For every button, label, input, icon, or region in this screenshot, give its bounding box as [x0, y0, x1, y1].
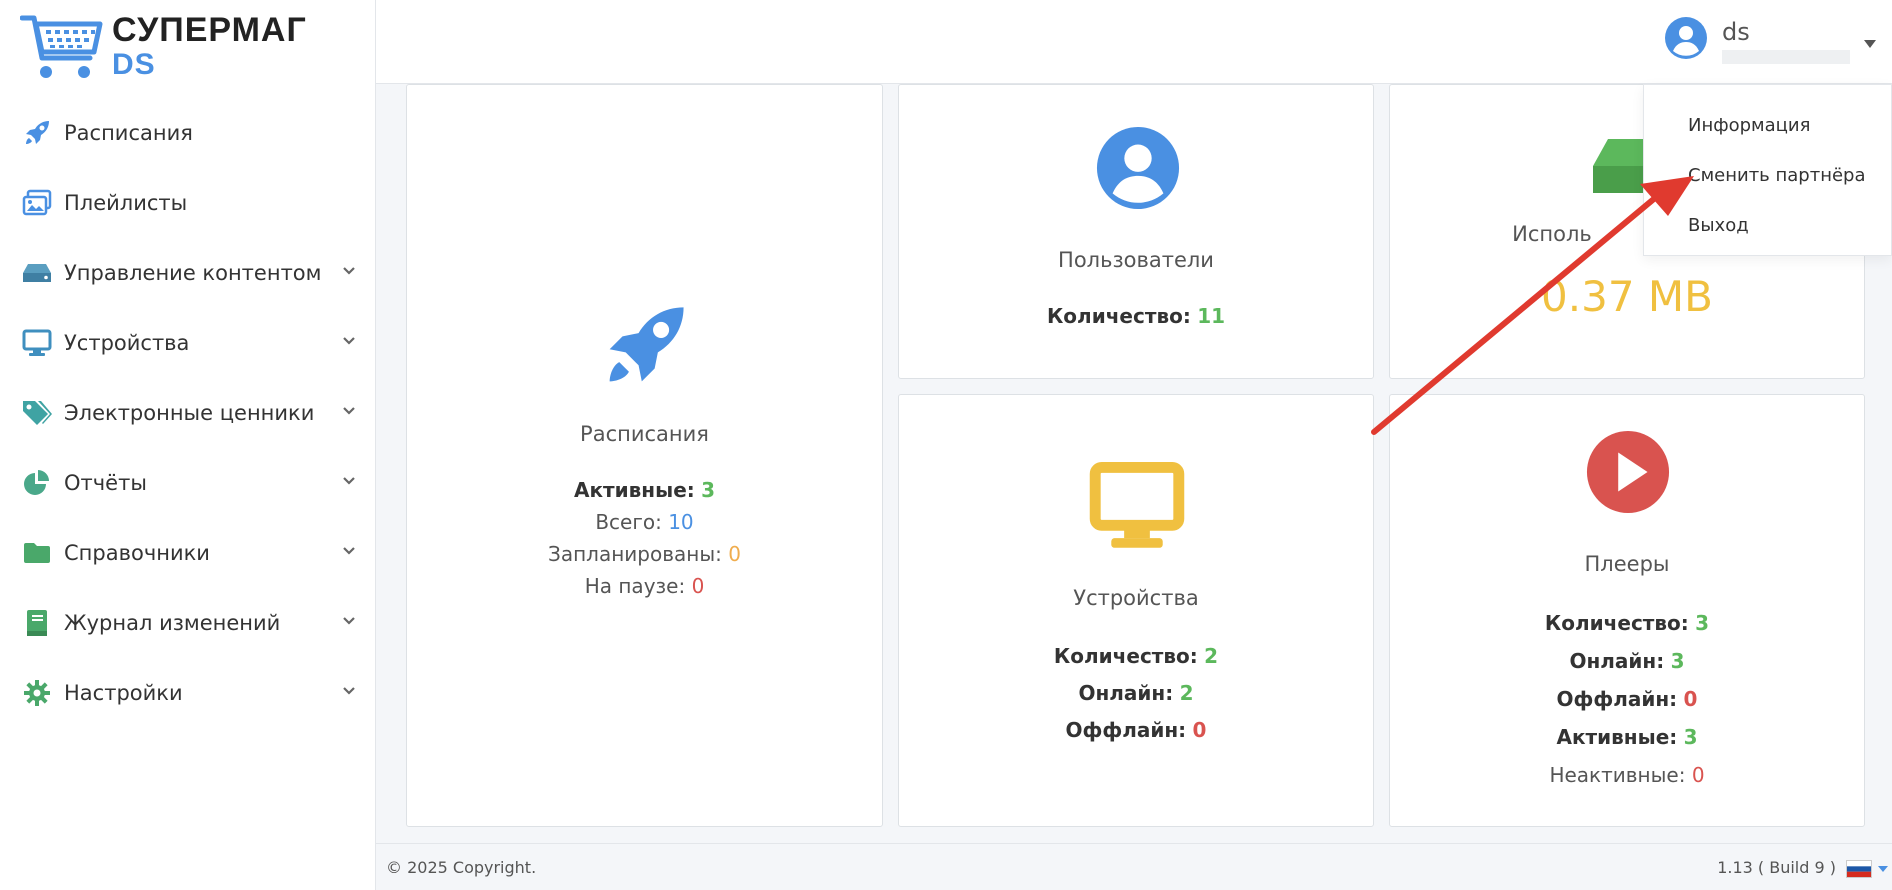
storage-used-value: 0.37 MB [1541, 272, 1713, 321]
avatar [1665, 17, 1707, 59]
brand-name: СУПЕРМАГ [112, 11, 307, 49]
sidebar-item-label: Устройства [64, 331, 190, 355]
stat-inactive-value: 0 [1691, 763, 1705, 787]
chevron-down-icon [343, 407, 355, 415]
rocket-icon [609, 307, 684, 382]
sidebar-item-settings[interactable]: Настройки [0, 658, 376, 728]
sidebar: СУПЕРМАГ DS Расписания Плейлисты Управле… [0, 0, 376, 890]
card-players[interactable]: Плееры Количество: 3 Онлайн: 3 Оффлайн: … [1389, 394, 1865, 827]
chevron-down-icon [343, 267, 355, 275]
top-header: ds [376, 0, 1892, 84]
copyright-text: © 2025 Copyright. [386, 858, 537, 877]
card-title: Пользователи [1058, 248, 1214, 272]
stat-count-value: 3 [1695, 611, 1710, 635]
stat-count-value: 11 [1197, 304, 1226, 328]
stat-label: Количество: [1544, 611, 1689, 635]
stat-label: Онлайн: [1078, 681, 1174, 705]
user-name: ds [1722, 18, 1750, 46]
stat-label: Количество: [1046, 304, 1191, 328]
tags-icon [20, 396, 54, 430]
stat-online-value: 3 [1670, 649, 1685, 673]
stat-label: На паузе: [584, 574, 686, 598]
brand-logo[interactable]: СУПЕРМАГ DS [20, 12, 306, 84]
stat-count-value: 2 [1204, 644, 1219, 668]
caret-down-icon[interactable] [1878, 866, 1888, 872]
images-icon [20, 186, 54, 220]
book-icon [20, 606, 54, 640]
sidebar-item-label: Электронные ценники [64, 401, 315, 425]
chevron-down-icon [343, 337, 355, 345]
card-devices[interactable]: Устройства Количество: 2 Онлайн: 2 Оффла… [898, 394, 1374, 827]
stat-paused-value: 0 [691, 574, 705, 598]
chevron-down-icon [343, 617, 355, 625]
stat-label: Активные: [1556, 725, 1678, 749]
card-users[interactable]: Пользователи Количество: 11 [898, 84, 1374, 379]
stat-label: Онлайн: [1569, 649, 1665, 673]
card-schedules[interactable]: Расписания Активные: 3 Всего: 10 Заплани… [406, 84, 883, 827]
stat-label: Активные: [573, 478, 695, 502]
sidebar-item-e-price-tags[interactable]: Электронные ценники [0, 378, 376, 448]
rocket-icon [20, 116, 54, 150]
stat-active-value: 3 [1683, 725, 1698, 749]
sidebar-item-content-management[interactable]: Управление контентом [0, 238, 376, 308]
caret-down-icon [1864, 40, 1876, 48]
card-title: Плееры [1584, 552, 1670, 576]
sidebar-item-label: Справочники [64, 541, 210, 565]
stat-offline-value: 0 [1192, 718, 1207, 742]
card-title: Расписания [580, 422, 709, 446]
sidebar-item-label: Отчёты [64, 471, 147, 495]
sidebar-item-label: Журнал изменений [64, 611, 281, 635]
sidebar-item-playlists[interactable]: Плейлисты [0, 168, 376, 238]
stat-total-value: 10 [668, 510, 694, 534]
menu-item-logout[interactable]: Выход [1644, 201, 1891, 251]
sidebar-item-schedules[interactable]: Расписания [0, 98, 376, 168]
sidebar-item-devices[interactable]: Устройства [0, 308, 376, 378]
sidebar-item-label: Управление контентом [64, 261, 322, 285]
stat-label: Всего: [595, 510, 662, 534]
stat-offline-value: 0 [1683, 687, 1698, 711]
monitor-icon [1089, 461, 1185, 548]
version-text: 1.13 ( Build 9 ) [1717, 858, 1836, 877]
folder-icon [20, 536, 54, 570]
chevron-down-icon [343, 477, 355, 485]
sidebar-item-reports[interactable]: Отчёты [0, 448, 376, 518]
hdd-icon [20, 256, 54, 290]
stat-online-value: 2 [1179, 681, 1194, 705]
russia-flag-icon[interactable] [1846, 860, 1872, 878]
sidebar-item-changelog[interactable]: Журнал изменений [0, 588, 376, 658]
stat-planned-value: 0 [728, 542, 741, 566]
stat-active-value: 3 [701, 478, 716, 502]
stat-label: Оффлайн: [1556, 687, 1678, 711]
cart-icon [20, 15, 103, 78]
chevron-down-icon [343, 687, 355, 695]
stat-label: Оффлайн: [1065, 718, 1187, 742]
sidebar-item-directories[interactable]: Справочники [0, 518, 376, 588]
menu-item-info[interactable]: Информация [1644, 101, 1891, 151]
sidebar-item-label: Расписания [64, 121, 193, 145]
user-menu-toggle[interactable]: ds [1664, 16, 1876, 64]
brand-subname: DS [112, 48, 156, 81]
sidebar-nav: Расписания Плейлисты Управление контенто… [0, 98, 376, 728]
pie-chart-icon [20, 466, 54, 500]
sidebar-item-label: Плейлисты [64, 191, 188, 215]
play-circle-icon [1586, 430, 1670, 514]
sidebar-item-label: Настройки [64, 681, 183, 705]
menu-item-change-partner[interactable]: Сменить партнёра [1644, 151, 1891, 201]
chevron-down-icon [343, 547, 355, 555]
stat-label: Неактивные: [1549, 763, 1686, 787]
card-title: Устройства [1073, 586, 1199, 610]
stat-label: Количество: [1053, 644, 1198, 668]
user-circle-icon [1096, 126, 1180, 210]
user-subtitle-redacted [1722, 50, 1850, 64]
stat-label: Запланированы: [548, 542, 722, 566]
monitor-icon [20, 326, 54, 360]
gear-icon [20, 676, 54, 710]
user-dropdown-menu: Информация Сменить партнёра Выход [1643, 84, 1892, 256]
footer: © 2025 Copyright. 1.13 ( Build 9 ) [376, 843, 1892, 890]
